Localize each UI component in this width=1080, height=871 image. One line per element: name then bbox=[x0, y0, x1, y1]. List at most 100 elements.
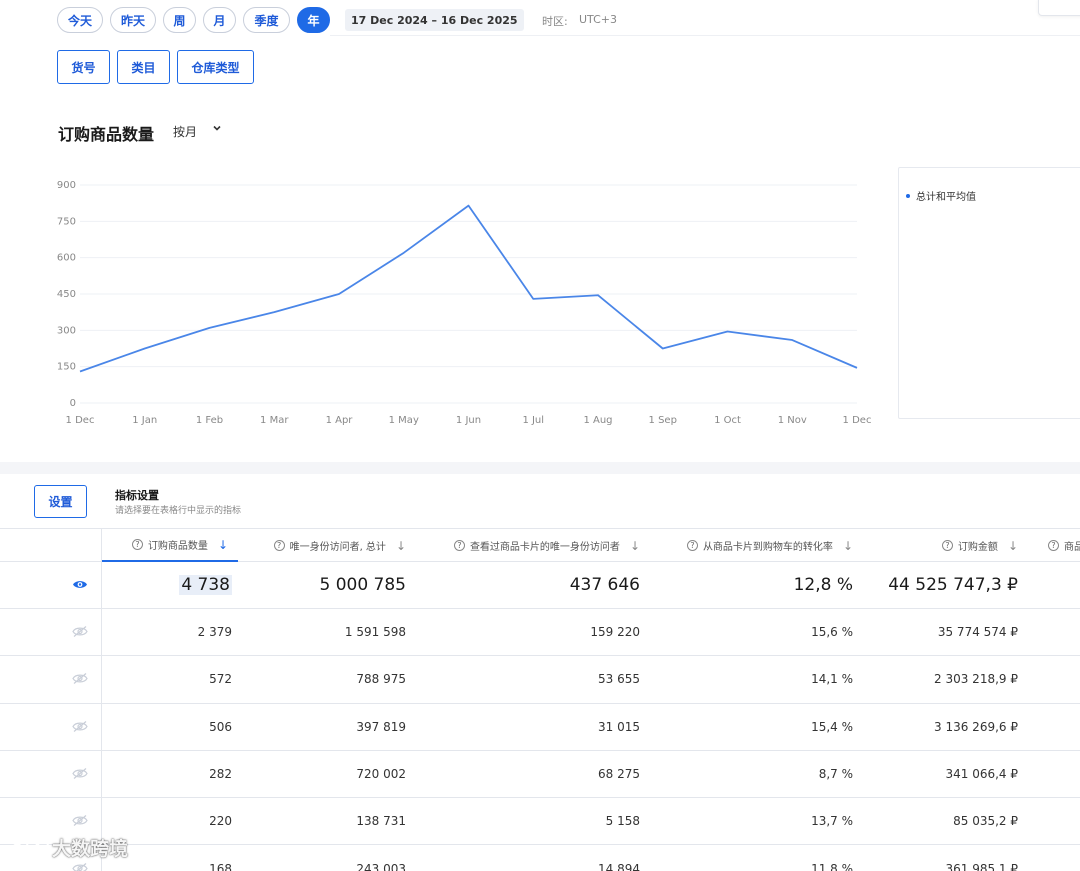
period-today-button[interactable]: 今天 bbox=[57, 7, 103, 33]
help-circle-icon[interactable]: ? bbox=[453, 540, 465, 551]
top-right-card bbox=[1038, 0, 1080, 16]
eye-off-icon[interactable] bbox=[72, 623, 88, 642]
column-header-label: 唯一身份访问者, 总计 bbox=[289, 542, 386, 553]
cell-card-visitors: 159 220 bbox=[410, 609, 644, 655]
eye-off-icon[interactable] bbox=[72, 717, 88, 736]
cell-unique-visitors: 397 819 bbox=[238, 704, 410, 750]
cell-card-visitors: 437 646 bbox=[410, 562, 644, 608]
arrow-down-icon[interactable]: ↓ bbox=[843, 539, 853, 553]
x-tick-label: 1 Feb bbox=[196, 415, 223, 426]
column-header-goods[interactable]: ? 商品 bbox=[1048, 529, 1080, 562]
column-header-unique-visitors[interactable]: ? 唯一身份访问者, 总计 ↓ bbox=[238, 529, 410, 562]
table-row: 282 720 002 68 275 8,7 % 341 066,4 ₽ bbox=[0, 751, 1080, 799]
cell-unique-visitors: 788 975 bbox=[238, 656, 410, 702]
cell-value: 3 136 269,6 ₽ bbox=[934, 719, 1018, 734]
cell-value: 282 bbox=[209, 767, 232, 782]
cell-cart-conversion: 15,6 % bbox=[644, 609, 857, 655]
period-yesterday-button[interactable]: 昨天 bbox=[110, 7, 156, 33]
x-tick-label: 1 Sep bbox=[649, 415, 677, 426]
cell-value: 138 731 bbox=[356, 814, 406, 829]
x-tick-label: 1 Jun bbox=[456, 415, 481, 426]
column-header-cart-conversion[interactable]: ? 从商品卡片到购物车的转化率 ↓ bbox=[644, 529, 857, 562]
column-header-order-amount[interactable]: ? 订购金额 ↓ bbox=[857, 529, 1022, 562]
x-tick-label: 1 Oct bbox=[714, 415, 741, 426]
column-header-label: 订购金额 bbox=[957, 542, 998, 553]
arrow-down-icon[interactable]: ↓ bbox=[630, 539, 640, 553]
arrow-down-icon[interactable]: ↓ bbox=[218, 538, 228, 552]
help-circle-icon[interactable]: ? bbox=[273, 540, 285, 551]
period-week-button[interactable]: 周 bbox=[163, 7, 196, 33]
eye-off-icon[interactable] bbox=[72, 670, 88, 689]
timezone-value: UTC+3 bbox=[579, 13, 618, 26]
row-control-column-divider bbox=[101, 528, 102, 871]
cell-value: 220 bbox=[209, 814, 232, 829]
cell-order-amount: 361 985,1 ₽ bbox=[857, 846, 1022, 871]
cell-value: 506 bbox=[209, 719, 232, 734]
y-tick-label: 600 bbox=[57, 253, 76, 264]
cell-ordered-quantity: 2 379 bbox=[102, 609, 238, 655]
period-year-button[interactable]: 年 bbox=[297, 7, 330, 33]
x-tick-label: 1 May bbox=[389, 415, 419, 426]
metrics-settings-subtitle: 请选择要在表格行中显示的指标 bbox=[115, 506, 242, 516]
arrow-down-icon[interactable]: ↓ bbox=[396, 539, 406, 553]
eye-icon[interactable] bbox=[72, 576, 88, 595]
cell-value: 361 985,1 ₽ bbox=[945, 861, 1018, 871]
settings-button[interactable]: 设置 bbox=[34, 485, 87, 518]
cell-value: 5 158 bbox=[605, 814, 640, 829]
help-circle-icon[interactable]: ? bbox=[686, 540, 698, 551]
cell-card-visitors: 68 275 bbox=[410, 751, 644, 797]
y-tick-label: 0 bbox=[70, 398, 76, 409]
cell-value: 572 bbox=[209, 672, 232, 687]
help-circle-icon[interactable]: ? bbox=[131, 539, 143, 550]
legend-label: 总计和平均值 bbox=[916, 192, 976, 203]
filter-warehouse-type-button[interactable]: 仓库类型 bbox=[177, 50, 254, 84]
date-range-picker[interactable]: 17 Dec 2024 – 16 Dec 2025 bbox=[345, 9, 524, 31]
cell-cart-conversion: 12,8 % bbox=[644, 562, 857, 608]
filter-sku-button[interactable]: 货号 bbox=[57, 50, 110, 84]
cell-value: 85 035,2 ₽ bbox=[953, 814, 1018, 829]
cell-cart-conversion: 8,7 % bbox=[644, 751, 857, 797]
cell-card-visitors: 53 655 bbox=[410, 656, 644, 702]
timezone-label: 时区: bbox=[542, 15, 568, 28]
eye-off-icon[interactable] bbox=[72, 765, 88, 784]
column-header-card-visitors[interactable]: ? 查看过商品卡片的唯一身份访问者 ↓ bbox=[410, 529, 644, 562]
cell-value: 720 002 bbox=[356, 767, 406, 782]
legend-item[interactable]: 总计和平均值 bbox=[906, 188, 976, 203]
y-tick-label: 150 bbox=[57, 362, 76, 373]
cell-value: 15,4 % bbox=[811, 719, 853, 734]
chevron-down-icon[interactable] bbox=[212, 122, 222, 136]
eye-off-icon[interactable] bbox=[72, 812, 88, 831]
table-row: 220 138 731 5 158 13,7 % 85 035,2 ₽ bbox=[0, 798, 1080, 846]
cell-value: 35 774 574 ₽ bbox=[937, 625, 1018, 640]
cell-value: 788 975 bbox=[356, 672, 406, 687]
watermark: 大数跨境 bbox=[8, 834, 128, 861]
chart-legend: 总计和平均值 bbox=[898, 167, 1080, 419]
cell-value: 53 655 bbox=[598, 672, 640, 687]
divider bbox=[330, 35, 1080, 36]
x-tick-label: 1 Jan bbox=[132, 415, 157, 426]
cell-cart-conversion: 15,4 % bbox=[644, 704, 857, 750]
table-row: 506 397 819 31 015 15,4 % 3 136 269,6 ₽ bbox=[0, 704, 1080, 751]
y-tick-label: 450 bbox=[57, 289, 76, 300]
table-row: 168 243 003 14 894 11,8 % 361 985,1 ₽ bbox=[0, 846, 1080, 871]
cell-card-visitors: 5 158 bbox=[410, 798, 644, 844]
cell-ordered-quantity: 572 bbox=[102, 656, 238, 702]
cell-value: 2 303 218,9 ₽ bbox=[934, 672, 1018, 687]
arrow-down-icon[interactable]: ↓ bbox=[1008, 539, 1018, 553]
cell-value: 159 220 bbox=[590, 625, 640, 640]
column-header-ordered-quantity[interactable]: ? 订购商品数量 ↓ bbox=[102, 529, 238, 562]
period-quarter-button[interactable]: 季度 bbox=[243, 7, 290, 33]
cell-ordered-quantity: 4 738 bbox=[102, 562, 238, 608]
cell-order-amount: 3 136 269,6 ₽ bbox=[857, 704, 1022, 750]
cell-value: 15,6 % bbox=[811, 625, 853, 640]
period-month-button[interactable]: 月 bbox=[203, 7, 236, 33]
chart-period-select[interactable]: 按月 bbox=[173, 123, 197, 140]
help-circle-icon[interactable]: ? bbox=[1048, 540, 1059, 551]
help-circle-icon[interactable]: ? bbox=[941, 540, 953, 551]
cell-value: 12,8 % bbox=[793, 575, 853, 595]
cell-value: 11,8 % bbox=[811, 861, 853, 871]
filter-category-button[interactable]: 类目 bbox=[117, 50, 170, 84]
x-tick-label: 1 Dec bbox=[843, 415, 872, 426]
cell-card-visitors: 31 015 bbox=[410, 704, 644, 750]
cell-value: 1 591 598 bbox=[344, 625, 406, 640]
